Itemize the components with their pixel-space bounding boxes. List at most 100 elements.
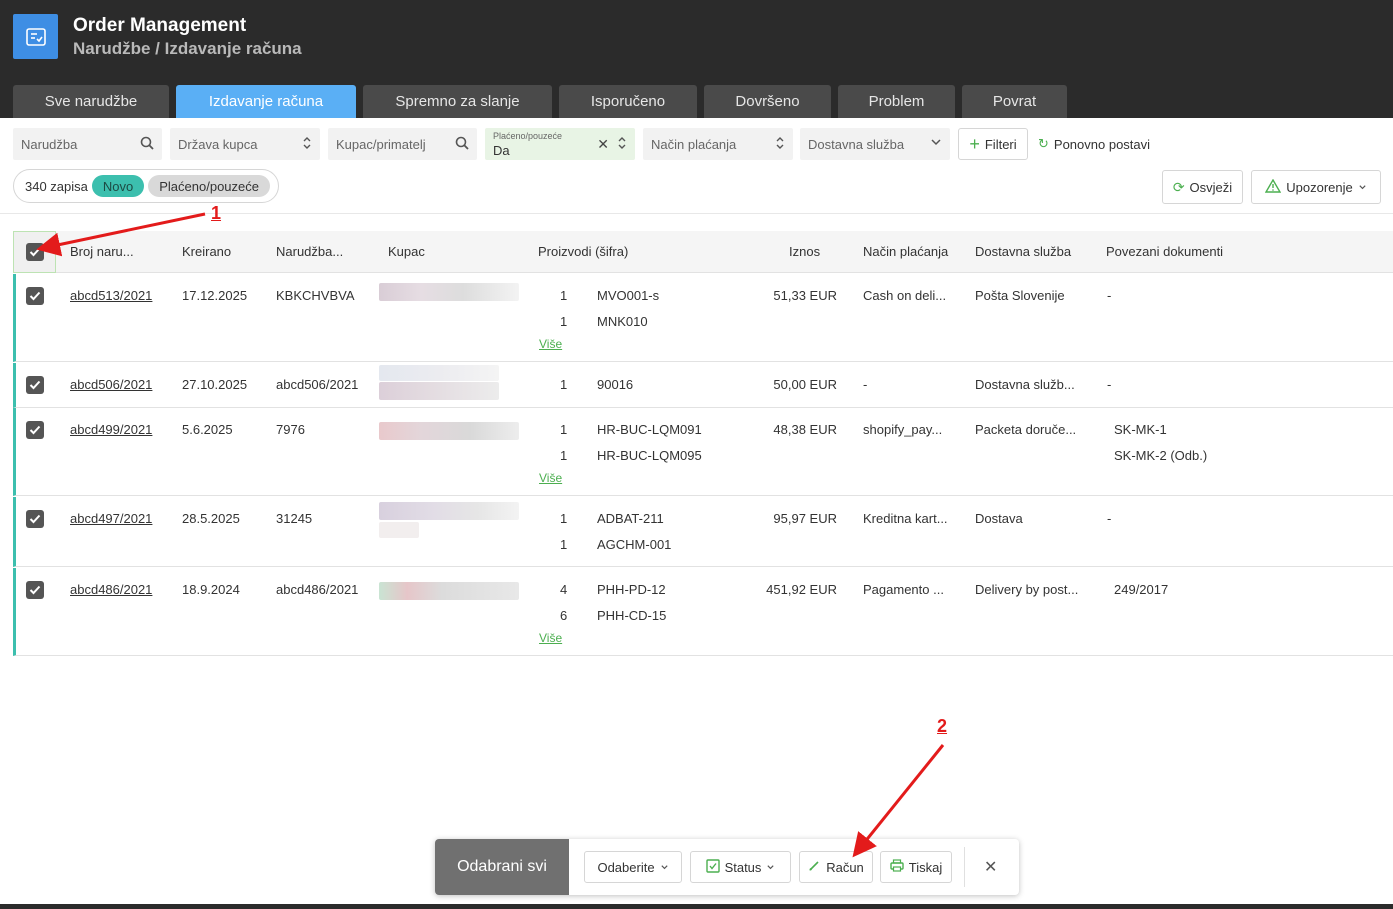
warning-button[interactable]: Upozorenje: [1251, 170, 1381, 204]
col-products[interactable]: Proizvodi (šifra): [538, 244, 628, 259]
created-date: 28.5.2025: [182, 511, 240, 526]
linked-doc[interactable]: SK-MK-2 (Odb.): [1114, 448, 1207, 463]
chevron-down-icon: [1358, 180, 1367, 195]
row-checkbox[interactable]: [26, 421, 44, 439]
delivery-service: Pošta Slovenije: [975, 288, 1065, 303]
order-ref: 7976: [276, 422, 305, 437]
product-code: MVO001-s: [597, 288, 660, 303]
filters-button[interactable]: + Filteri: [958, 128, 1028, 160]
bulk-action-bar: Odabrani svi Odaberite Status Račun Tisk…: [435, 839, 1019, 895]
created-date: 5.6.2025: [182, 422, 233, 437]
sort-arrows-icon: [775, 136, 785, 153]
product-code: ADBAT-211: [597, 511, 664, 526]
product-qty: 1: [560, 511, 568, 526]
amount: 95,97 EUR: [773, 511, 837, 526]
tab-invoicing[interactable]: Izdavanje računa: [176, 85, 356, 118]
status-check-icon: [705, 858, 720, 876]
row-checkbox[interactable]: [26, 581, 44, 599]
col-documents[interactable]: Povezani dokumenti: [1106, 244, 1223, 259]
table-row[interactable]: abcd486/2021 18.9.2024 abcd486/2021 4 PH…: [13, 568, 1393, 656]
row-checkbox[interactable]: [26, 287, 44, 305]
country-select[interactable]: Država kupca: [170, 128, 320, 160]
tab-ready-to-ship[interactable]: Spremno za slanje: [363, 85, 552, 118]
order-number-link[interactable]: abcd486/2021: [70, 582, 152, 597]
col-order[interactable]: Narudžba...: [276, 244, 343, 259]
select-dropdown[interactable]: Odaberite: [584, 851, 682, 883]
order-number-link[interactable]: abcd499/2021: [70, 422, 152, 437]
divider: [0, 213, 1393, 214]
amount: 51,33 EUR: [773, 288, 837, 303]
payment-method: Cash on deli...: [863, 288, 947, 303]
linked-doc: -: [1107, 377, 1112, 392]
linked-doc: -: [1107, 288, 1112, 303]
customer-search-input[interactable]: Kupac/primatelj: [328, 128, 477, 160]
delivery-service-select[interactable]: Dostavna služba: [800, 128, 950, 160]
more-link[interactable]: Više: [539, 337, 562, 351]
col-number[interactable]: Broj naru...: [70, 244, 134, 259]
customer-redacted: [379, 283, 519, 301]
chevron-down-icon: [660, 860, 669, 875]
bottom-strip: [0, 904, 1393, 909]
customer-redacted: [379, 502, 519, 520]
tab-problem[interactable]: Problem: [838, 85, 955, 118]
annotation-number-1: 1: [211, 203, 222, 223]
refresh-button[interactable]: ⟳ Osvježi: [1162, 170, 1243, 204]
delivery-service: Dostavna služb...: [975, 377, 1075, 392]
col-payment[interactable]: Način plaćanja: [863, 244, 948, 259]
tab-all-orders[interactable]: Sve narudžbe: [13, 85, 169, 118]
warning-label: Upozorenje: [1286, 179, 1353, 195]
col-customer[interactable]: Kupac: [388, 244, 425, 259]
table-row[interactable]: abcd497/2021 28.5.2025 31245 1 ADBAT-211…: [13, 497, 1393, 567]
order-ref: abcd506/2021: [276, 377, 359, 392]
select-all-checkbox[interactable]: [26, 243, 44, 261]
paid-filter-select[interactable]: Plaćeno/pouzeće Da ✕: [485, 128, 635, 160]
order-number-link[interactable]: abcd506/2021: [70, 377, 152, 392]
payment-method-select[interactable]: Način plaćanja: [643, 128, 793, 160]
records-summary: 340 zapisa Novo Plaćeno/pouzeće: [13, 169, 279, 203]
country-placeholder: Država kupca: [178, 136, 258, 152]
order-app-icon: [13, 14, 58, 59]
clear-icon[interactable]: ✕: [597, 136, 609, 153]
more-link[interactable]: Više: [539, 471, 562, 485]
col-created[interactable]: Kreirano: [182, 244, 231, 259]
row-checkbox[interactable]: [26, 510, 44, 528]
row-checkbox[interactable]: [26, 376, 44, 394]
order-number-link[interactable]: abcd513/2021: [70, 288, 152, 303]
col-delivery[interactable]: Dostavna služba: [975, 244, 1071, 259]
linked-doc[interactable]: 249/2017: [1114, 582, 1168, 597]
table-row[interactable]: abcd506/2021 27.10.2025 abcd506/2021 1 9…: [13, 363, 1393, 408]
tab-delivered[interactable]: Isporučeno: [559, 85, 697, 118]
tag-new[interactable]: Novo: [91, 175, 145, 197]
printer-icon: [890, 859, 904, 875]
tab-completed[interactable]: Dovršeno: [704, 85, 831, 118]
close-icon[interactable]: ✕: [984, 857, 997, 877]
record-count: 340 zapisa: [25, 178, 88, 194]
status-dropdown[interactable]: Status: [690, 851, 791, 883]
order-search-input[interactable]: Narudžba: [13, 128, 162, 160]
breadcrumb: Narudžbe / Izdavanje računa: [73, 39, 302, 58]
table-row[interactable]: abcd513/2021 17.12.2025 KBKCHVBVA 1 MVO0…: [13, 274, 1393, 362]
customer-redacted: [379, 582, 519, 600]
created-date: 17.12.2025: [182, 288, 248, 303]
product-code: 90016: [597, 377, 634, 392]
col-amount[interactable]: Iznos: [789, 244, 820, 259]
linked-doc[interactable]: SK-MK-1: [1114, 422, 1167, 437]
product-code: MNK010: [597, 314, 648, 329]
table-header: Broj naru... Kreirano Narudžba... Kupac …: [13, 231, 1393, 273]
tab-return[interactable]: Povrat: [962, 85, 1067, 118]
reset-button[interactable]: ↻ Ponovno postavi: [1038, 136, 1150, 152]
tag-paid[interactable]: Plaćeno/pouzeće: [148, 175, 270, 197]
payment-placeholder: Način plaćanja: [651, 136, 737, 152]
pencil-icon: [808, 859, 821, 875]
product-qty: 1: [560, 448, 568, 463]
table-row[interactable]: abcd499/2021 5.6.2025 7976 1 HR-BUC-LQM0…: [13, 408, 1393, 496]
linked-doc: -: [1107, 511, 1112, 526]
main-content: Narudžba Država kupca Kupac/primatelj Pl…: [0, 118, 1393, 904]
print-button-label: Tiskaj: [908, 859, 943, 875]
delivery-service: Packeta doruče...: [975, 422, 1077, 437]
invoice-button[interactable]: Račun: [799, 851, 873, 883]
order-number-link[interactable]: abcd497/2021: [70, 511, 152, 526]
product-code: HR-BUC-LQM095: [597, 448, 702, 463]
more-link[interactable]: Više: [539, 631, 562, 645]
print-button[interactable]: Tiskaj: [880, 851, 952, 883]
